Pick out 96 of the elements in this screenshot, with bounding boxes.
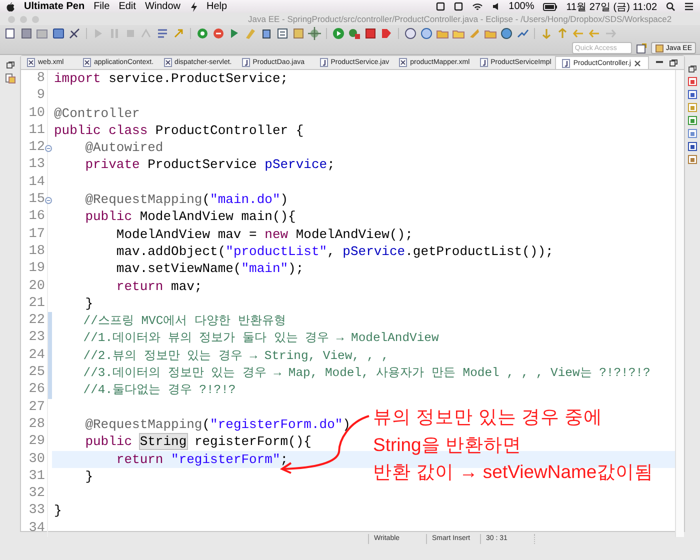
code-line: //3.데이터의 정보만 있는 경우 → Map, Model, 사용자가 만든 Model , , , View는 ?!?!?!? bbox=[82, 365, 650, 380]
line-number: 15 bbox=[28, 192, 45, 208]
code-line: public class ProductController { bbox=[54, 122, 304, 138]
menu-item[interactable]: File bbox=[94, 1, 110, 12]
close-icon[interactable] bbox=[634, 60, 641, 66]
square-icon[interactable] bbox=[364, 27, 377, 40]
menu-item[interactable]: Edit bbox=[118, 1, 136, 12]
line-number: 28 bbox=[28, 416, 45, 432]
square-icon bbox=[454, 2, 463, 11]
handwritten-note: 뷰의 정보만 있는 경우 중에 bbox=[373, 405, 604, 429]
package-icon[interactable] bbox=[4, 73, 16, 84]
line-number: 22 bbox=[28, 313, 45, 328]
page-icon[interactable] bbox=[276, 27, 289, 40]
code-line: public ModelAndView main(){ bbox=[84, 209, 296, 224]
line-number: 23 bbox=[28, 330, 45, 346]
code-line: mav.setViewName("main"); bbox=[115, 261, 304, 276]
arrow-down-icon[interactable] bbox=[540, 27, 553, 40]
line-number: 25 bbox=[28, 365, 45, 380]
battery-icon bbox=[543, 2, 558, 10]
window-title: Java EE - SpringProduct/src/controller/ProductController.java - Eclipse - /Users/Hong/Dropbox/SDS/Workspace2 bbox=[248, 14, 673, 24]
line-number: 8 bbox=[36, 71, 45, 86]
line-number: 11 bbox=[28, 122, 45, 138]
restore-icon[interactable] bbox=[688, 65, 697, 73]
line-number: 34 bbox=[28, 520, 45, 536]
code-line: import service.ProductService; bbox=[54, 71, 288, 86]
fold-icon[interactable] bbox=[45, 145, 52, 152]
line-number: 14 bbox=[28, 174, 45, 190]
open-perspective-icon[interactable] bbox=[636, 42, 647, 54]
code-line: @RequestMapping("registerForm.do") bbox=[84, 416, 350, 432]
date-time: 11월 27일 (금) 11:02 bbox=[566, 0, 657, 14]
code-line: @Controller bbox=[54, 106, 140, 121]
line-number: 30 bbox=[28, 452, 45, 467]
app-name[interactable]: Ultimate Pen bbox=[24, 1, 85, 12]
java-file-icon bbox=[320, 58, 328, 67]
wifi-icon bbox=[472, 2, 483, 11]
fold-icon[interactable] bbox=[45, 197, 52, 204]
line-number: 9 bbox=[36, 88, 45, 104]
line-number: 17 bbox=[28, 226, 45, 242]
code-line: } bbox=[84, 296, 94, 311]
code-line: //스프링 MVC에서 다양한 반환유형 bbox=[82, 313, 286, 328]
xml-file-icon bbox=[399, 58, 408, 67]
xml-file-icon bbox=[27, 58, 35, 67]
vertical-scrollbar[interactable] bbox=[675, 70, 684, 538]
line-number: 29 bbox=[28, 434, 45, 450]
circle-icon[interactable] bbox=[196, 27, 209, 40]
xml-file-icon bbox=[164, 58, 172, 67]
code-line: @RequestMapping("main.do") bbox=[84, 192, 288, 208]
speaker-icon bbox=[492, 2, 500, 11]
arrow-up-icon[interactable] bbox=[556, 27, 569, 40]
code-line: mav.addObject("productList", pService.getProductList()); bbox=[115, 244, 554, 259]
battery-percent: 100% bbox=[508, 1, 534, 12]
line-number: 33 bbox=[28, 503, 45, 518]
line-number: 12 bbox=[28, 140, 45, 156]
menu-item[interactable]: Window bbox=[144, 1, 181, 12]
list-icon bbox=[684, 2, 694, 11]
code-line: @Autowired bbox=[84, 140, 164, 156]
handwritten-note: 반환 값이 → setViewName값이됨 bbox=[373, 460, 654, 484]
code-line: return "registerForm"; bbox=[115, 452, 288, 467]
cross-icon[interactable] bbox=[68, 27, 81, 40]
line-number: 26 bbox=[28, 382, 45, 398]
lightning-icon[interactable] bbox=[190, 2, 198, 12]
line-number: 21 bbox=[28, 296, 45, 311]
restore-icon[interactable] bbox=[6, 61, 14, 69]
apple-icon bbox=[6, 2, 15, 12]
line-number: 16 bbox=[28, 209, 45, 224]
java-file-icon bbox=[480, 58, 488, 67]
line-number: 24 bbox=[28, 348, 45, 363]
code-line: ModelAndView mav = new ModelAndView(); bbox=[115, 226, 413, 242]
code-line: public String registerForm(){ bbox=[84, 434, 312, 450]
lines-icon[interactable] bbox=[156, 27, 169, 40]
code-line: } bbox=[54, 503, 62, 518]
java-file-icon bbox=[562, 58, 570, 68]
menu-item[interactable]: Help bbox=[206, 1, 228, 12]
line-number: 18 bbox=[28, 244, 45, 259]
code-line: //1.데이터와 뷰의 정보가 둘다 있는 경우 → ModelAndView bbox=[82, 330, 439, 346]
maximize-icon[interactable] bbox=[669, 58, 678, 66]
line-number: 20 bbox=[28, 278, 45, 294]
line-number: 19 bbox=[28, 261, 45, 276]
code-line: //4.둘다없는 경우 ?!?!? bbox=[82, 382, 236, 398]
square-icon bbox=[436, 2, 445, 11]
square-icon[interactable] bbox=[260, 27, 273, 40]
java-file-icon bbox=[242, 58, 250, 67]
line-number: 31 bbox=[28, 468, 45, 484]
code-line: private ProductService pService; bbox=[84, 157, 335, 172]
line-number: 10 bbox=[28, 106, 45, 121]
code-line: } bbox=[84, 468, 94, 484]
circle-icon[interactable] bbox=[212, 27, 225, 40]
line-number: 32 bbox=[28, 486, 45, 502]
search-icon bbox=[666, 2, 675, 11]
line-number: 27 bbox=[28, 400, 45, 415]
line-number: 13 bbox=[28, 157, 45, 172]
code-line: //2.뷰의 정보만 있는 경우 → String, View, , , bbox=[82, 348, 389, 363]
xml-file-icon bbox=[83, 58, 91, 67]
chart-icon[interactable] bbox=[516, 27, 529, 40]
code-line: return mav; bbox=[115, 278, 202, 294]
handwritten-note: String을 반환하면 bbox=[373, 432, 522, 457]
